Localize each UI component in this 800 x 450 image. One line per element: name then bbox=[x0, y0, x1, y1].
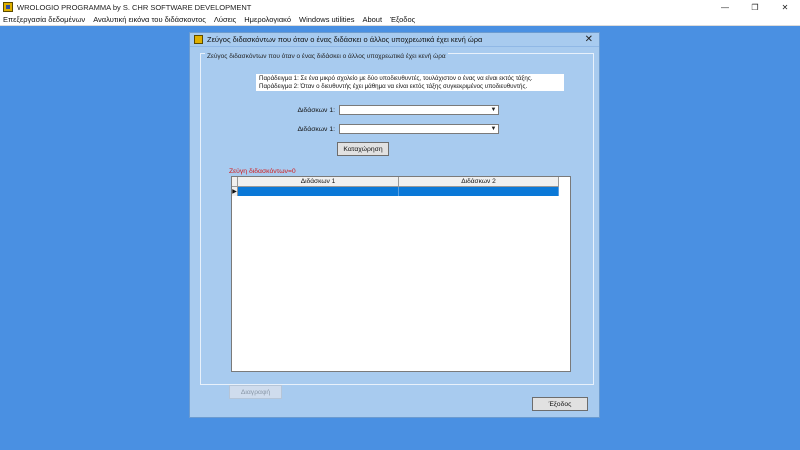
submit-button[interactable]: Καταχώρηση bbox=[337, 142, 389, 156]
window-controls: — ❐ ✕ bbox=[710, 0, 800, 14]
close-icon[interactable]: ✕ bbox=[770, 0, 800, 14]
app-titlebar: WROLOGIO PROGRAMMA by S. CHR SOFTWARE DE… bbox=[0, 0, 800, 14]
teacher2-row: Διδάσκων 1: ▼ bbox=[291, 124, 499, 134]
dialog-titlebar: Ζεύγος διδασκόντων που όταν ο ένας διδάσ… bbox=[190, 33, 599, 47]
menu-item-solutions[interactable]: Λύσεις bbox=[214, 15, 236, 24]
cell-teacher1[interactable] bbox=[238, 187, 399, 196]
exit-button[interactable]: Έξοδος bbox=[532, 397, 588, 411]
pair-count-label: Ζεύγη διδασκόντων=0 bbox=[229, 168, 296, 175]
menu-item-data-edit[interactable]: Επεξεργασία δεδομένων bbox=[3, 15, 85, 24]
menu-item-teacher-view[interactable]: Αναλυτική εικόνα του διδάσκοντος bbox=[93, 15, 206, 24]
chevron-down-icon[interactable]: ▼ bbox=[489, 106, 498, 114]
dialog-title: Ζεύγος διδασκόντων που όταν ο ένας διδάσ… bbox=[207, 35, 483, 44]
pairs-grid[interactable]: Διδάσκων 1 Διδάσκων 2 ▶ bbox=[231, 176, 571, 372]
minimize-icon[interactable]: — bbox=[710, 0, 740, 14]
menu-item-exit[interactable]: Έξοδος bbox=[390, 15, 415, 24]
example-line-1: Παράδειγμα 1: Σε ένα μικρό σχολείο με δύ… bbox=[259, 75, 533, 82]
group-box: Ζεύγος διδασκόντων που όταν ο ένας διδάσ… bbox=[200, 53, 594, 399]
teacher-pair-dialog: Ζεύγος διδασκόντων που όταν ο ένας διδάσ… bbox=[189, 32, 600, 418]
menu-item-calendar[interactable]: Ημερολογιακό bbox=[244, 15, 291, 24]
column-header-teacher1[interactable]: Διδάσκων 1 bbox=[238, 177, 399, 187]
teacher1-combo[interactable]: ▼ bbox=[339, 105, 499, 115]
restore-icon[interactable]: ❐ bbox=[740, 0, 770, 14]
menu-item-windows-utilities[interactable]: Windows utilities bbox=[299, 15, 354, 24]
column-header-teacher2[interactable]: Διδάσκων 2 bbox=[399, 177, 559, 187]
dialog-icon bbox=[194, 35, 203, 44]
delete-button[interactable]: Διαγραφή bbox=[229, 385, 282, 399]
app-icon bbox=[3, 2, 13, 12]
table-row[interactable]: ▶ bbox=[232, 187, 570, 196]
teacher1-row: Διδάσκων 1: ▼ bbox=[291, 105, 499, 115]
cell-teacher2[interactable] bbox=[399, 187, 559, 196]
menu-item-about[interactable]: About bbox=[362, 15, 382, 24]
grid-header: Διδάσκων 1 Διδάσκων 2 bbox=[232, 177, 570, 187]
teacher2-combo[interactable]: ▼ bbox=[339, 124, 499, 134]
teacher1-label: Διδάσκων 1: bbox=[297, 106, 335, 114]
teacher2-label: Διδάσκων 1: bbox=[297, 125, 335, 133]
app-title: WROLOGIO PROGRAMMA by S. CHR SOFTWARE DE… bbox=[17, 2, 252, 12]
menu-bar: Επεξεργασία δεδομένων Αναλυτική εικόνα τ… bbox=[0, 14, 800, 26]
chevron-down-icon[interactable]: ▼ bbox=[489, 125, 498, 133]
examples-box: Παράδειγμα 1: Σε ένα μικρό σχολείο με δύ… bbox=[256, 74, 564, 91]
group-label: Ζεύγος διδασκόντων που όταν ο ένας διδάσ… bbox=[205, 53, 448, 60]
example-line-2: Παράδειγμα 2: Όταν ο διευθυντής έχει μάθ… bbox=[259, 82, 528, 90]
dialog-close-icon[interactable]: ✕ bbox=[585, 34, 593, 46]
